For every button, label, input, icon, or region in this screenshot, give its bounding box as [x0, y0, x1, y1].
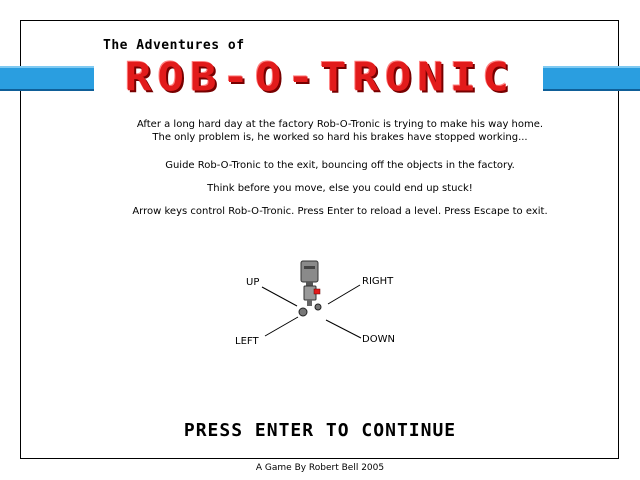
down-label: DOWN — [362, 334, 395, 345]
press-enter-prompt[interactable]: PRESS ENTER TO CONTINUE — [120, 420, 520, 441]
right-direction-line — [327, 284, 361, 305]
controls-diagram — [261, 260, 362, 339]
left-direction-line — [264, 316, 299, 337]
right-label: RIGHT — [362, 276, 394, 287]
credit-text: A Game By Robert Bell 2005 — [255, 463, 385, 473]
up-label: UP — [246, 277, 260, 288]
down-direction-line — [325, 319, 362, 339]
robot-icon — [298, 260, 322, 317]
left-label: LEFT — [235, 336, 259, 347]
up-direction-line — [261, 286, 298, 307]
